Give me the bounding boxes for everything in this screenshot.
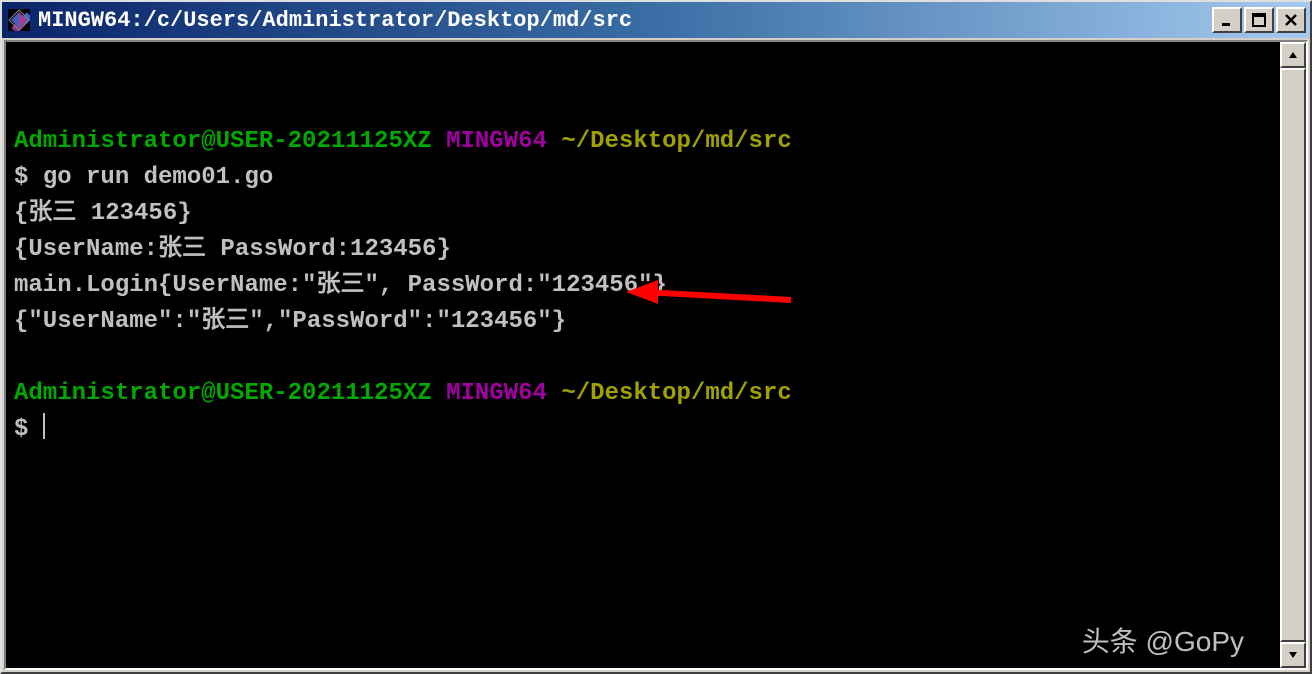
scroll-down-button[interactable] [1280, 642, 1306, 668]
close-button[interactable] [1276, 7, 1306, 33]
terminal[interactable]: Administrator@USER-20211125XZ MINGW64 ~/… [6, 42, 1280, 668]
prompt-symbol: $ [14, 416, 28, 443]
prompt-env: MINGW64 [446, 128, 547, 155]
output-line: main.Login{UserName:"张三", PassWord:"1234… [14, 272, 667, 299]
vertical-scrollbar[interactable] [1280, 42, 1306, 668]
mingw-icon [6, 7, 32, 33]
output-line: {UserName:张三 PassWord:123456} [14, 236, 451, 263]
titlebar[interactable]: MINGW64:/c/Users/Administrator/Desktop/m… [2, 2, 1310, 38]
blank-line [14, 344, 28, 371]
window-title: MINGW64:/c/Users/Administrator/Desktop/m… [38, 8, 1206, 33]
window-controls [1212, 7, 1306, 33]
minimize-button[interactable] [1212, 7, 1242, 33]
maximize-button[interactable] [1244, 7, 1274, 33]
prompt-user: Administrator@USER-20211125XZ [14, 128, 432, 155]
output-line: {"UserName":"张三","PassWord":"123456"} [14, 308, 566, 335]
output-line: {张三 123456} [14, 200, 192, 227]
scroll-thumb[interactable] [1280, 68, 1306, 642]
prompt-user: Administrator@USER-20211125XZ [14, 380, 432, 407]
prompt-symbol: $ [14, 164, 28, 191]
watermark-text: 头条 @GoPy [1082, 624, 1244, 660]
content-area: Administrator@USER-20211125XZ MINGW64 ~/… [4, 40, 1308, 670]
prompt-env: MINGW64 [446, 380, 547, 407]
scroll-up-button[interactable] [1280, 42, 1306, 68]
blank-line [14, 92, 28, 119]
window-frame: MINGW64:/c/Users/Administrator/Desktop/m… [0, 0, 1312, 674]
command-text: go run demo01.go [43, 164, 273, 191]
prompt-path: ~/Desktop/md/src [561, 380, 791, 407]
cursor [43, 413, 45, 439]
prompt-path: ~/Desktop/md/src [561, 128, 791, 155]
